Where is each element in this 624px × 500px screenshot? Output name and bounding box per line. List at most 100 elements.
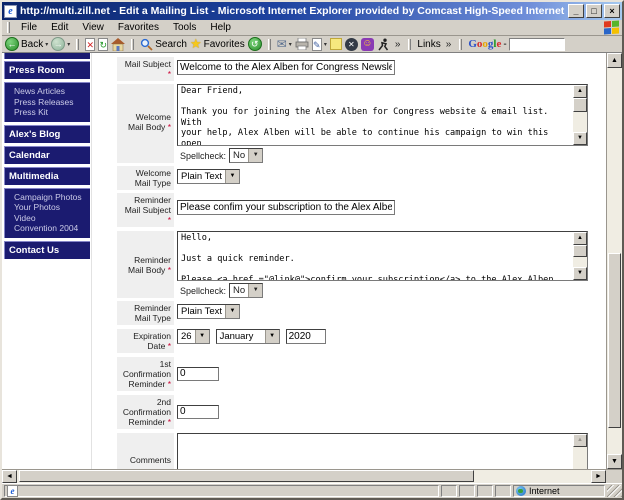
sidebar-header-multimedia[interactable]: Multimedia bbox=[4, 167, 90, 185]
sidebar-item-convention-2004[interactable]: Convention 2004 bbox=[14, 223, 88, 234]
second-confirmation-reminder-input[interactable] bbox=[177, 405, 219, 419]
expiration-year-input[interactable] bbox=[286, 329, 326, 344]
scrollbar-thumb[interactable] bbox=[573, 98, 587, 112]
reminder-mail-body-label: Reminder Mail Body * bbox=[117, 231, 174, 298]
expiration-date-label: Expiration Date * bbox=[117, 329, 174, 353]
favorites-button[interactable]: ★ Favorites bbox=[190, 36, 245, 52]
sidebar-header-press-room[interactable]: Press Room bbox=[4, 61, 90, 79]
reminder-mail-body-textarea[interactable]: Hello, Just a quick reminder. Please <a … bbox=[177, 231, 588, 281]
sidebar-header-contact-us[interactable]: Contact Us bbox=[4, 241, 90, 259]
welcome-mail-type-select[interactable]: Plain Text▼ bbox=[177, 169, 240, 184]
spellcheck-select[interactable]: No▼ bbox=[229, 283, 263, 298]
menu-edit[interactable]: Edit bbox=[45, 21, 74, 34]
resize-grip[interactable] bbox=[607, 485, 622, 497]
menu-favorites[interactable]: Favorites bbox=[112, 21, 165, 34]
scrollbar-thumb[interactable] bbox=[573, 245, 587, 257]
sidebar-item-video[interactable]: Video bbox=[14, 213, 88, 224]
google-dash: - bbox=[503, 39, 506, 50]
scroll-up-icon[interactable]: ▲ bbox=[573, 85, 587, 98]
search-button[interactable]: Search bbox=[140, 38, 187, 51]
back-dropdown-icon[interactable]: ▾ bbox=[45, 41, 48, 48]
print-button[interactable] bbox=[295, 38, 309, 50]
refresh-icon: ↻ bbox=[99, 39, 107, 50]
welcome-mail-body-text: Dear Friend, Thank you for joining the A… bbox=[178, 85, 573, 145]
home-button[interactable] bbox=[111, 38, 125, 51]
mail-subject-input[interactable] bbox=[177, 60, 395, 75]
select-arrow-icon: ▼ bbox=[225, 170, 239, 183]
refresh-button[interactable]: ↻ bbox=[98, 38, 108, 51]
menu-tools[interactable]: Tools bbox=[167, 21, 202, 34]
sidebar-header-alexs-blog[interactable]: Alex's Blog bbox=[4, 125, 90, 143]
messenger-block-icon[interactable]: ✕ bbox=[345, 38, 358, 51]
sidebar-item-news-articles[interactable]: News Articles bbox=[14, 86, 88, 97]
scroll-up-icon[interactable]: ▲ bbox=[573, 232, 587, 245]
required-asterisk: * bbox=[119, 69, 171, 79]
textarea-scrollbar[interactable]: ▲ ▼ bbox=[573, 232, 587, 280]
google-search-input[interactable] bbox=[509, 38, 565, 51]
forward-icon: → bbox=[51, 37, 65, 51]
scroll-up-icon[interactable]: ▲ bbox=[607, 53, 622, 68]
scroll-right-icon[interactable]: ► bbox=[591, 470, 606, 483]
horizontal-scrollbar-thumb[interactable] bbox=[19, 470, 474, 482]
expiration-day-select[interactable]: 26▼ bbox=[177, 329, 210, 344]
sidebar-item-press-releases[interactable]: Press Releases bbox=[14, 97, 88, 108]
textarea-scrollbar[interactable]: ▲ ▼ bbox=[573, 85, 587, 145]
mail-dropdown-icon[interactable]: ▾ bbox=[289, 41, 292, 48]
print-icon bbox=[295, 38, 309, 50]
back-button[interactable]: ← Back ▾ bbox=[5, 37, 48, 51]
minimize-button[interactable]: _ bbox=[568, 4, 584, 18]
menu-help[interactable]: Help bbox=[204, 21, 237, 34]
close-button[interactable]: × bbox=[604, 4, 620, 18]
sidebar-item-your-photos[interactable]: Your Photos bbox=[14, 202, 88, 213]
links-label[interactable]: Links bbox=[417, 39, 440, 50]
discuss-note-icon[interactable] bbox=[330, 38, 342, 50]
menu-file[interactable]: File bbox=[15, 21, 43, 34]
status-pane bbox=[495, 485, 511, 497]
expiration-month-select[interactable]: January▼ bbox=[216, 329, 280, 344]
internet-globe-icon bbox=[516, 486, 526, 496]
forward-button[interactable]: → ▾ bbox=[51, 37, 70, 51]
toolbar-separator bbox=[268, 39, 271, 50]
first-confirmation-reminder-input[interactable] bbox=[177, 367, 219, 381]
aim-running-man-icon bbox=[377, 38, 390, 51]
sidebar-item-press-kit[interactable]: Press Kit bbox=[14, 107, 88, 118]
vertical-scrollbar[interactable]: ▲ ▼ bbox=[606, 53, 622, 469]
mail-subject-label: Mail Subject* bbox=[117, 57, 174, 81]
horizontal-scrollbar[interactable]: ◄ ► bbox=[2, 469, 622, 483]
toolbar-overflow-chevron[interactable]: » bbox=[393, 39, 403, 50]
search-icon bbox=[140, 38, 153, 51]
mail-button[interactable]: ✉ ▾ bbox=[277, 37, 292, 51]
google-logo[interactable]: Google bbox=[468, 38, 501, 50]
status-pane bbox=[459, 485, 475, 497]
history-button[interactable]: ↺ bbox=[248, 37, 262, 51]
scroll-left-icon[interactable]: ◄ bbox=[2, 470, 17, 483]
zone-label: Internet bbox=[529, 486, 560, 496]
welcome-mail-type-label: Welcome Mail Type bbox=[117, 166, 174, 190]
scroll-down-icon[interactable]: ▼ bbox=[573, 267, 587, 280]
sidebar-item-campaign-photos[interactable]: Campaign Photos bbox=[14, 192, 88, 203]
scroll-down-icon[interactable]: ▼ bbox=[607, 454, 622, 469]
comments-textarea[interactable]: ▲ ▼ bbox=[177, 433, 588, 469]
maximize-button[interactable]: □ bbox=[586, 4, 602, 18]
forward-dropdown-icon[interactable]: ▾ bbox=[67, 41, 70, 48]
edit-button[interactable]: ✎ ▾ bbox=[312, 38, 327, 51]
yahoo-messenger-icon[interactable]: ☺ bbox=[361, 38, 374, 51]
links-chevron[interactable]: » bbox=[444, 39, 454, 50]
reminder-mail-type-select[interactable]: Plain Text▼ bbox=[177, 304, 240, 319]
menu-view[interactable]: View bbox=[76, 21, 110, 34]
edit-dropdown-icon[interactable]: ▾ bbox=[324, 41, 327, 48]
textarea-scrollbar[interactable]: ▲ ▼ bbox=[573, 434, 587, 469]
favorites-star-icon: ★ bbox=[190, 36, 202, 52]
scroll-down-icon[interactable]: ▼ bbox=[573, 132, 587, 145]
aim-button[interactable] bbox=[377, 38, 390, 51]
spellcheck-select[interactable]: No▼ bbox=[229, 148, 263, 163]
reminder-mail-subject-input[interactable] bbox=[177, 200, 395, 215]
comments-label: Comments bbox=[117, 433, 174, 469]
required-asterisk: * bbox=[168, 417, 171, 427]
welcome-mail-body-textarea[interactable]: Dear Friend, Thank you for joining the A… bbox=[177, 84, 588, 146]
vertical-scrollbar-thumb[interactable] bbox=[608, 253, 621, 428]
scrollbar-corner bbox=[606, 470, 622, 483]
required-asterisk: * bbox=[168, 379, 171, 389]
sidebar-header-calendar[interactable]: Calendar bbox=[4, 146, 90, 164]
stop-button[interactable]: ✕ bbox=[85, 38, 95, 51]
